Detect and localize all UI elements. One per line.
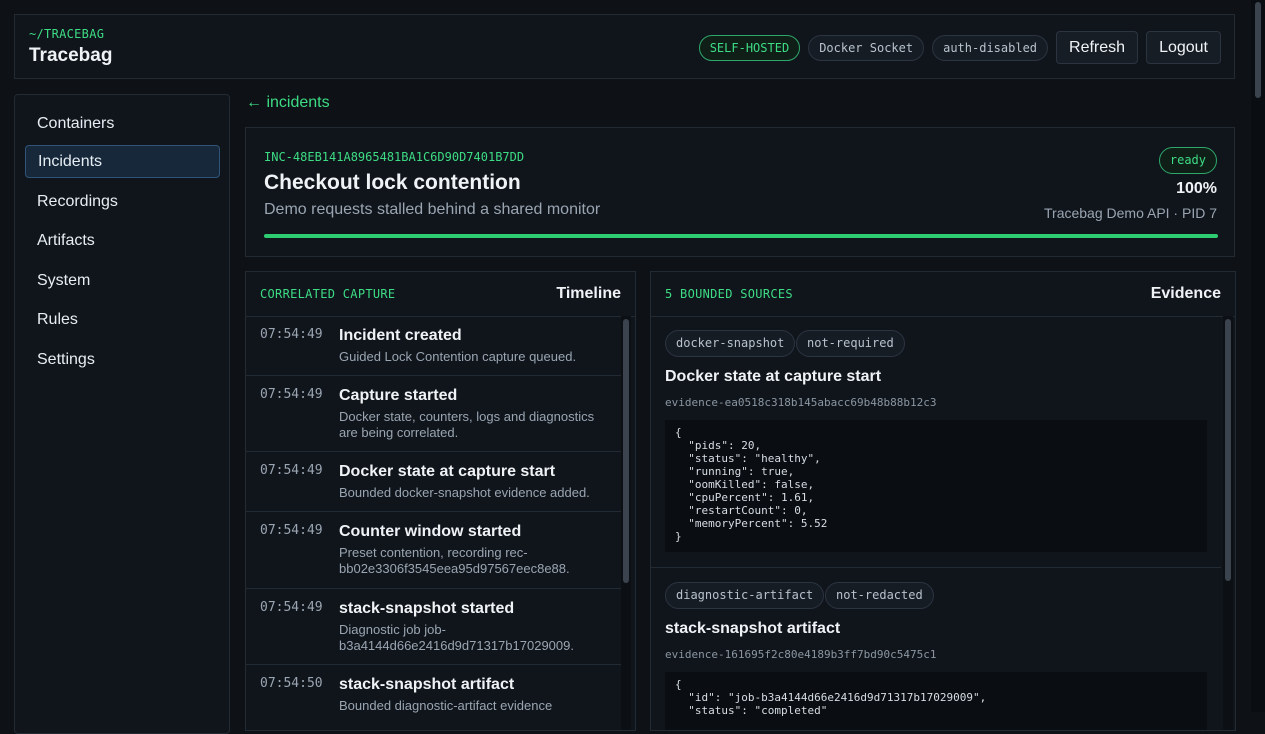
sidebar-item-incidents[interactable]: Incidents [25,145,220,178]
evidence-header: 5 BOUNDED SOURCES Evidence [651,272,1235,317]
event-time: 07:54:50 [260,676,323,691]
app-title: Tracebag [29,45,113,66]
evidence-redaction-tag: not-required [796,330,905,357]
timeline-title: Timeline [556,285,621,302]
evidence-scrollbar-thumb[interactable] [1225,319,1231,581]
incident-title: Checkout lock contention [264,171,521,194]
evidence-item[interactable]: diagnostic-artifact not-redacted stack-s… [651,568,1221,730]
timeline-event[interactable]: 07:54:49 stack-snapshot started Diagnost… [246,589,621,665]
page-scrollbar[interactable] [1251,0,1265,712]
brand-path: ~/TRACEBAG [29,27,105,41]
event-time: 07:54:49 [260,387,323,402]
evidence-panel: 5 BOUNDED SOURCES Evidence docker-snapsh… [650,271,1236,731]
event-time: 07:54:49 [260,523,323,538]
refresh-button[interactable]: Refresh [1056,31,1139,64]
event-title: stack-snapshot artifact [339,676,515,693]
timeline-scrollbar-thumb[interactable] [623,319,629,583]
incident-subtitle: Demo requests stalled behind a shared mo… [264,201,601,218]
sidebar-item-containers[interactable]: Containers [25,107,220,140]
evidence-source-tag: diagnostic-artifact [665,582,825,609]
evidence-source-tag: docker-snapshot [665,330,796,357]
evidence-json: { "pids": 20, "status": "healthy", "runn… [665,420,1207,552]
evidence-title-text: stack-snapshot artifact [665,620,841,637]
auth-disabled-badge: auth-disabled [932,34,1049,61]
event-description: Diagnostic job job-b3a4144d66e2416d9d713… [339,622,574,653]
timeline-event[interactable]: 07:54:50 stack-snapshot artifact Bounded… [246,665,621,725]
sidebar-item-settings[interactable]: Settings [25,343,220,376]
event-time: 07:54:49 [260,327,323,342]
sidebar: Containers Incidents Recordings Artifact… [14,94,230,734]
event-title: Docker state at capture start [339,463,556,480]
event-title: stack-snapshot started [339,600,515,617]
event-title: Capture started [339,387,458,404]
sidebar-item-rules[interactable]: Rules [25,303,220,336]
timeline-event[interactable]: 07:54:49 Incident created Guided Lock Co… [246,316,621,376]
page-scrollbar-thumb[interactable] [1255,2,1261,98]
incident-summary-card: INC-48EB141A8965481BA1C6D90D7401B7DD Che… [245,127,1235,257]
app-header: ~/TRACEBAG Tracebag SELF-HOSTED Docker S… [14,14,1235,79]
sidebar-item-system[interactable]: System [25,264,220,297]
timeline-event[interactable]: 07:54:49 Capture started Docker state, c… [246,376,621,452]
timeline-list: 07:54:49 Incident created Guided Lock Co… [246,316,621,725]
docker-socket-badge: Docker Socket [808,34,925,61]
evidence-redaction-tag: not-redacted [825,582,934,609]
progress-percent: 100% [1176,180,1217,197]
self-hosted-badge: SELF-HOSTED [698,34,801,61]
evidence-title-text: Docker state at capture start [665,368,882,385]
event-time: 07:54:49 [260,600,323,615]
timeline-event[interactable]: 07:54:49 Docker state at capture start B… [246,452,621,512]
timeline-panel: CORRELATED CAPTURE Timeline 07:54:49 Inc… [245,271,636,731]
evidence-id: evidence-ea0518c318b145abacc69b48b88b12c… [665,396,937,409]
evidence-id: evidence-161695f2c80e4189b3ff7bd90c5475c… [665,648,937,661]
incident-id: INC-48EB141A8965481BA1C6D90D7401B7DD [264,150,525,164]
incident-target: Tracebag Demo API · PID 7 [1044,205,1217,221]
header-actions: SELF-HOSTED Docker Socket auth-disabled … [698,31,1221,64]
event-title: Incident created [339,327,462,344]
timeline-scrollbar[interactable] [621,316,631,730]
evidence-eyebrow: 5 BOUNDED SOURCES [665,287,793,301]
sidebar-item-artifacts[interactable]: Artifacts [25,224,220,257]
status-badge: ready [1158,147,1217,174]
sidebar-item-recordings[interactable]: Recordings [25,185,220,218]
event-title: Counter window started [339,523,522,540]
event-description: Docker state, counters, logs and diagnos… [339,409,595,440]
event-description: Bounded docker-snapshot evidence added. [339,485,590,500]
progress-bar-fill [264,234,1218,238]
timeline-eyebrow: CORRELATED CAPTURE [260,287,396,301]
evidence-json: { "id": "job-b3a4144d66e2416d9d71317b170… [665,672,1207,730]
progress-bar [264,234,1218,238]
event-time: 07:54:49 [260,463,323,478]
logout-button[interactable]: Logout [1146,31,1221,64]
timeline-event[interactable]: 07:54:49 Counter window started Preset c… [246,512,621,589]
evidence-item[interactable]: docker-snapshot not-required Docker stat… [651,316,1221,568]
event-description: Guided Lock Contention capture queued. [339,349,577,364]
evidence-scrollbar[interactable] [1223,316,1233,730]
evidence-title: Evidence [1150,285,1221,302]
back-to-incidents-link[interactable]: ← incidents [246,94,330,112]
event-description: Preset contention, recording rec-bb02e33… [339,545,570,576]
timeline-header: CORRELATED CAPTURE Timeline [246,272,635,317]
